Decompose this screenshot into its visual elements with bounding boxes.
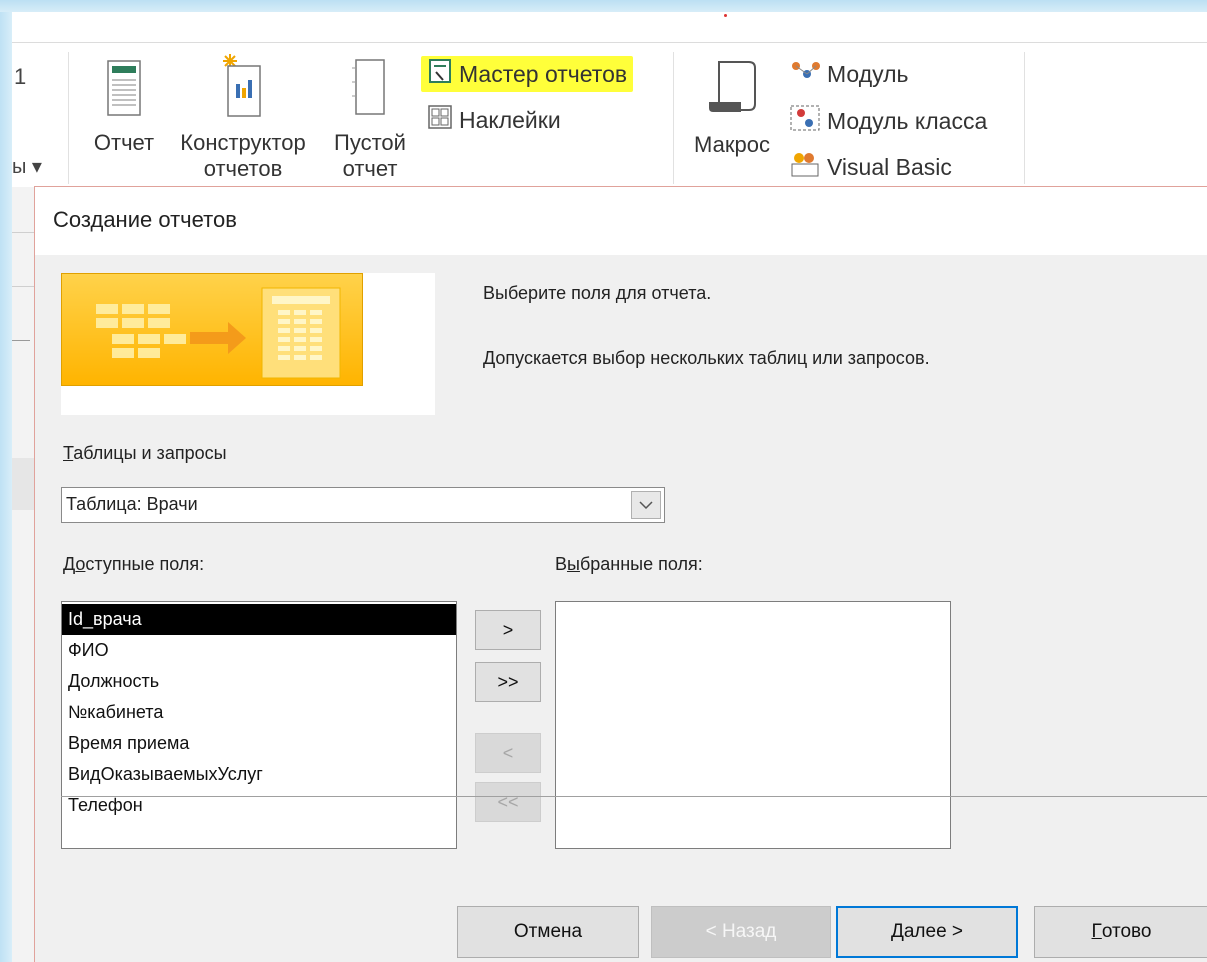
list-item[interactable]: ВидОказываемыхУслуг: [62, 759, 456, 790]
visual-basic-icon: [789, 150, 821, 184]
module-label: Модуль: [827, 60, 909, 87]
report-wizard-label: Мастер отчетов: [459, 60, 628, 87]
list-item[interactable]: Телефон: [62, 790, 456, 821]
desktop-left-strip: [0, 12, 12, 962]
visual-basic-label: Visual Basic: [827, 153, 952, 180]
class-module-button[interactable]: Модуль класса: [789, 105, 987, 137]
selected-fields-label: Выбранные поля:: [555, 554, 703, 574]
report-icon: [86, 58, 162, 124]
desktop-top-strip: [0, 0, 1207, 12]
list-item[interactable]: Id_врача: [62, 604, 456, 635]
prompt-select-fields: Выберите поля для отчета.: [483, 283, 712, 303]
report-button[interactable]: Отчет: [86, 58, 162, 156]
list-item[interactable]: №кабинета: [62, 697, 456, 728]
background-divider: [12, 286, 34, 287]
macro-button[interactable]: Макрос: [684, 58, 780, 158]
list-item[interactable]: Должность: [62, 666, 456, 697]
selected-fields-list[interactable]: [555, 601, 951, 849]
report-designer-icon: [166, 52, 320, 124]
remove-field-button[interactable]: <: [475, 733, 541, 773]
class-module-label: Модуль класса: [827, 107, 988, 134]
macro-icon: [684, 58, 780, 122]
background-divider: [12, 232, 34, 233]
blank-report-button[interactable]: Пустой отчет: [324, 52, 416, 187]
cursor-dot: [724, 14, 727, 17]
module-icon: [789, 58, 821, 90]
chevron-down-icon[interactable]: [631, 491, 661, 519]
background-divider: [12, 340, 30, 341]
labels-button[interactable]: Наклейки: [427, 104, 561, 136]
wizard-art: [61, 273, 363, 386]
blank-report-label: Пустой отчет: [334, 130, 406, 181]
prompt-multiple-tables: Допускается выбор нескольких таблиц или …: [483, 348, 930, 368]
labels-label: Наклейки: [459, 106, 561, 133]
background-pane: [12, 187, 34, 962]
class-module-icon: [789, 104, 821, 138]
visual-basic-button[interactable]: Visual Basic: [789, 151, 952, 183]
labels-icon: [427, 104, 453, 136]
ribbon-group-separator: [1024, 52, 1025, 184]
report-wizard-button[interactable]: Мастер отчетов: [421, 56, 634, 92]
add-field-button[interactable]: >: [475, 610, 541, 650]
module-button[interactable]: Модуль: [789, 58, 909, 90]
background-item: [12, 458, 34, 510]
dialog-title: Создание отчетов: [53, 207, 237, 232]
next-button[interactable]: Далее >: [836, 906, 1018, 958]
report-wizard-icon: [427, 58, 453, 90]
cancel-button[interactable]: Отмена: [457, 906, 639, 958]
finish-button[interactable]: Готово: [1034, 906, 1207, 958]
report-designer-label: Конструктор отчетов: [180, 130, 306, 181]
wizard-illustration: [61, 273, 435, 415]
dialog-title-bar[interactable]: Создание отчетов: [35, 187, 1207, 255]
ribbon-group-separator: [673, 52, 674, 184]
tables-queries-combobox[interactable]: Таблица: Врачи: [61, 487, 665, 523]
add-all-fields-button[interactable]: >>: [475, 662, 541, 702]
ribbon-fragment-bottom[interactable]: ы ▾: [12, 154, 42, 179]
macro-label: Макрос: [694, 132, 770, 157]
ribbon-group-separator: [68, 52, 69, 184]
back-button[interactable]: < Назад: [651, 906, 831, 958]
combobox-value: Таблица: Врачи: [66, 494, 198, 514]
blank-report-icon: [324, 52, 416, 124]
list-item[interactable]: Время приема: [62, 728, 456, 759]
list-item[interactable]: ФИО: [62, 635, 456, 666]
report-label: Отчет: [93, 130, 155, 155]
tables-queries-label: Таблицы и запросы: [63, 443, 227, 463]
ribbon-top-border: [12, 42, 1207, 43]
ribbon-fragment-top: 1: [14, 64, 27, 89]
remove-all-fields-button[interactable]: <<: [475, 782, 541, 822]
report-designer-button[interactable]: Конструктор отчетов: [166, 52, 320, 187]
available-fields-label: Доступные поля:: [63, 554, 205, 574]
available-fields-list[interactable]: Id_врача ФИО Должность №кабинета Время п…: [61, 601, 457, 849]
dialog-divider: [61, 796, 1207, 797]
report-wizard-dialog: Создание отчетов Выберите поля для отчет…: [34, 186, 1207, 962]
